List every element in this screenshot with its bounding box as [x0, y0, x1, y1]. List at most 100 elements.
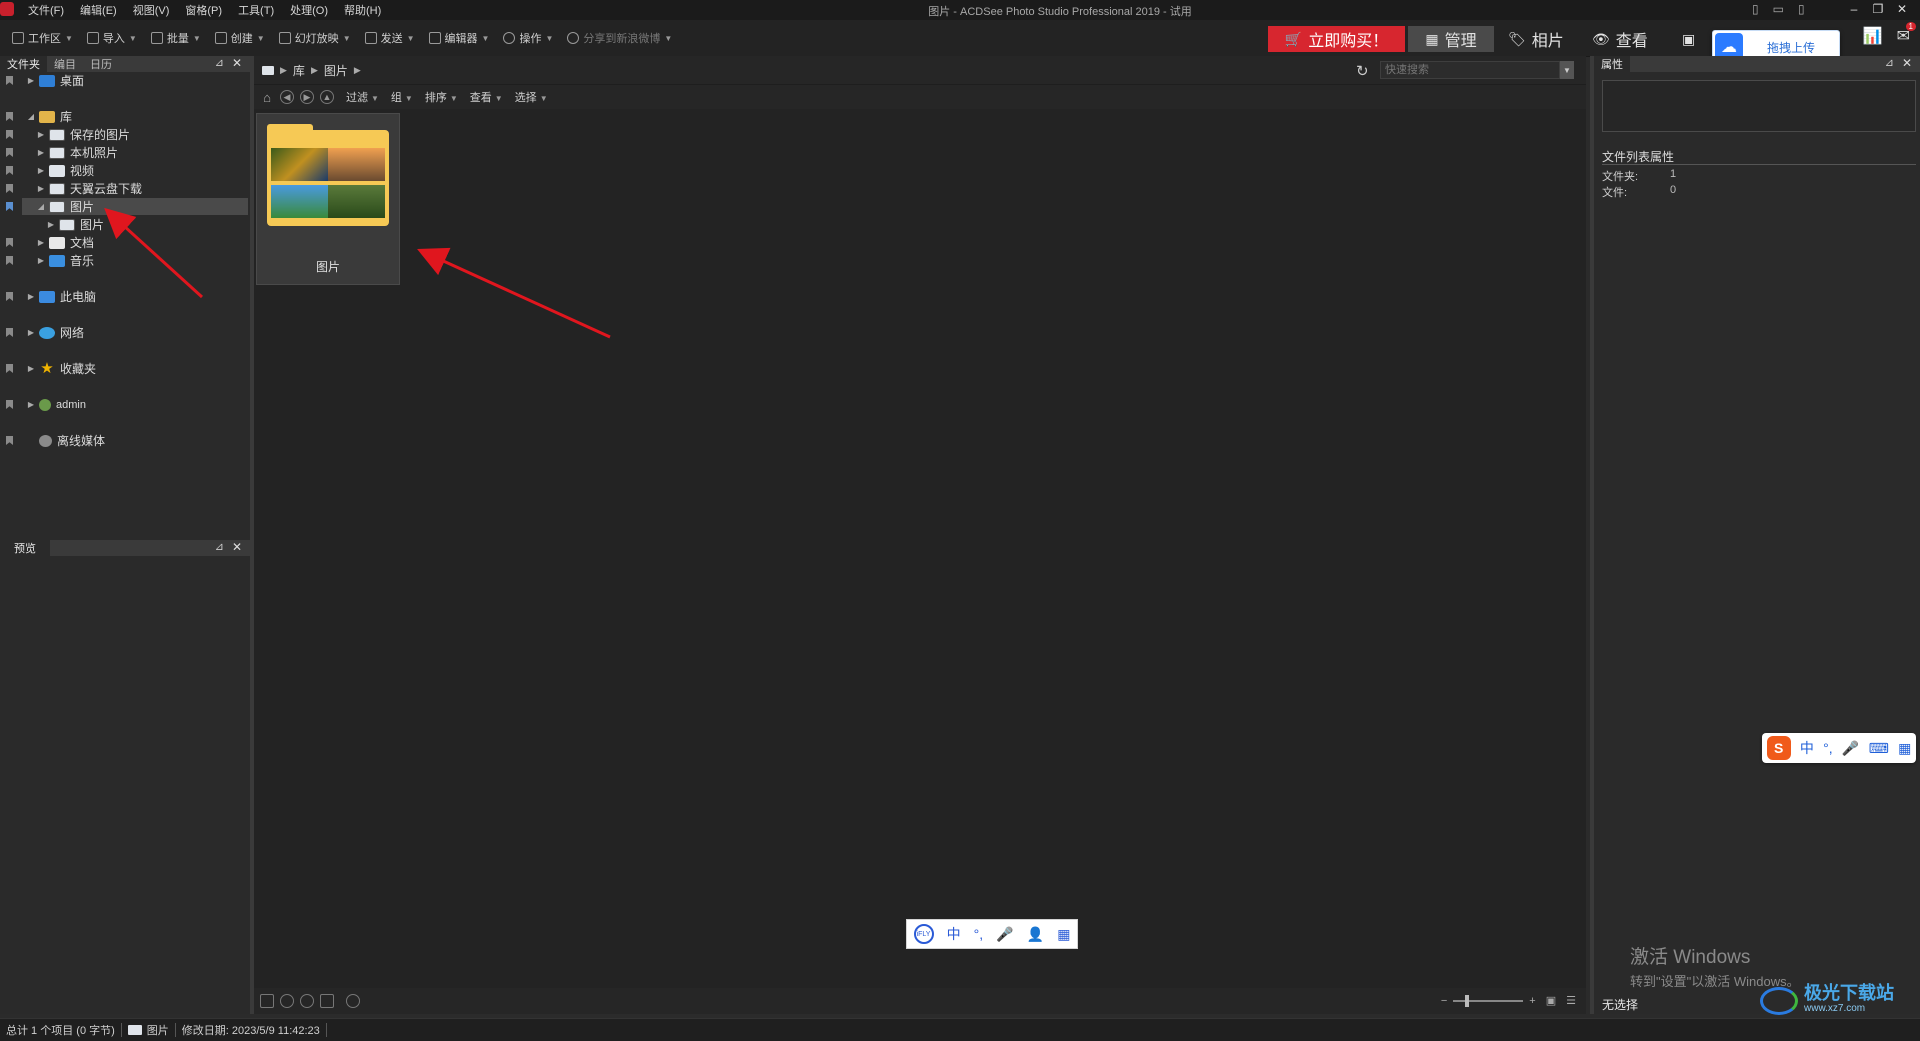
compare-icon[interactable] [346, 994, 360, 1008]
create-button[interactable]: 创建 ▼ [214, 30, 265, 46]
filter-button[interactable]: 过滤 ▼ [346, 89, 379, 105]
tree-item-pictures[interactable]: ◢ 图片 [6, 198, 248, 215]
zoom-slider[interactable] [1453, 994, 1524, 1007]
quick-search-input[interactable] [1380, 61, 1560, 79]
tree-item-this-pc[interactable]: ▶ 此电脑 [0, 288, 250, 305]
expand-icon[interactable]: ▶ [36, 148, 46, 157]
tree-item-music[interactable]: ▶ 音乐 [0, 252, 250, 269]
forward-icon[interactable]: ▶ [300, 90, 314, 104]
menu-help[interactable]: 帮助(H) [344, 2, 381, 18]
batch-icon[interactable] [260, 994, 274, 1008]
tree-item-admin[interactable]: ▶ admin [0, 396, 250, 413]
tree-item-favorites[interactable]: ▶ ★ 收藏夹 [0, 360, 250, 377]
apps-icon[interactable]: ▦ [1898, 740, 1911, 757]
breadcrumb-pictures[interactable]: 图片 [324, 62, 348, 79]
tree-item-documents[interactable]: ▶ 文档 [0, 234, 250, 251]
mode-view-button[interactable]: 👁 查看 [1592, 26, 1648, 52]
app-icon[interactable] [0, 2, 14, 16]
ime-punctuation-icon[interactable]: °, [974, 926, 984, 942]
slideshow-button[interactable]: 幻灯放映 ▼ [278, 30, 351, 46]
tree-item-pictures-sub[interactable]: ▶ 图片 [0, 216, 250, 233]
group-button[interactable]: 组 ▼ [391, 89, 413, 105]
refresh-icon[interactable]: ↻ [1356, 62, 1369, 80]
share-weibo-button[interactable]: 分享到新浪微博 ▼ [567, 30, 672, 46]
search-dropdown-icon[interactable]: ▼ [1560, 61, 1574, 79]
close-button[interactable]: ✕ [1890, 2, 1914, 16]
expand-icon[interactable]: ▶ [46, 220, 56, 229]
collapse-icon[interactable]: ◢ [26, 112, 36, 121]
user-icon[interactable]: 👤 [1027, 926, 1044, 943]
ime-chinese-icon[interactable]: 中 [947, 924, 961, 944]
ime-toolbar[interactable]: iFLY 中 °, 🎤 👤 ▦ [906, 919, 1078, 949]
zoom-in-icon[interactable]: + [1529, 995, 1535, 1007]
pin-icon[interactable]: ⊿ [215, 56, 224, 69]
close-icon[interactable]: ✕ [232, 56, 242, 70]
computer-icon[interactable] [262, 65, 274, 75]
tree-item-network[interactable]: ▶ 网络 [0, 324, 250, 341]
import-button[interactable]: 导入 ▼ [86, 30, 137, 46]
tab-folders[interactable]: 文件夹 [0, 56, 47, 72]
action-button[interactable]: 操作 ▼ [503, 30, 553, 46]
stack-icon[interactable] [320, 994, 334, 1008]
close-icon[interactable]: ✕ [1902, 56, 1912, 70]
up-icon[interactable]: ▲ [320, 90, 334, 104]
layout-bottom-icon[interactable]: ▭ [1773, 2, 1784, 16]
close-icon[interactable]: ✕ [232, 540, 242, 554]
batch-button[interactable]: 批量 ▼ [150, 30, 201, 46]
pin-icon[interactable]: ⊿ [1885, 56, 1894, 69]
collapse-icon[interactable]: ◢ [36, 202, 46, 211]
menu-pane[interactable]: 窗格(P) [185, 2, 222, 18]
mode-develop-button[interactable]: ▣ [1682, 26, 1701, 52]
mode-photos-button[interactable]: 🏷 相片 [1508, 26, 1564, 52]
folder-thumbnail[interactable]: 图片 [256, 113, 400, 285]
restore-button[interactable]: ❐ [1866, 2, 1890, 16]
tree-item-cloud-download[interactable]: ▶ 天翼云盘下载 [0, 180, 250, 197]
pin-icon[interactable]: ⊿ [215, 540, 224, 553]
menu-tools[interactable]: 工具(T) [238, 2, 274, 18]
select-button[interactable]: 选择 ▼ [515, 89, 548, 105]
expand-icon[interactable]: ▶ [36, 238, 46, 247]
tree-item-desktop[interactable]: ▶ 桌面 [0, 72, 250, 89]
ime-punctuation-icon[interactable]: °, [1823, 740, 1833, 756]
apps-icon[interactable]: ▦ [1057, 926, 1070, 943]
tree-item-saved-pictures[interactable]: ▶ 保存的图片 [0, 126, 250, 143]
breadcrumb-library[interactable]: 库 [293, 62, 305, 79]
back-icon[interactable]: ◀ [280, 90, 294, 104]
tree-item-offline-media[interactable]: 离线媒体 [0, 432, 250, 449]
image-view-icon[interactable]: ▣ [1546, 994, 1556, 1007]
rotate-right-icon[interactable] [300, 994, 314, 1008]
workspace-button[interactable]: 工作区 ▼ [12, 30, 73, 46]
home-icon[interactable]: ⌂ [260, 90, 274, 105]
layout-left-icon[interactable]: ▯ [1752, 2, 1759, 16]
zoom-out-icon[interactable]: − [1441, 995, 1447, 1007]
layout-right-icon[interactable]: ▯ [1798, 2, 1805, 16]
list-view-icon[interactable]: ☰ [1566, 994, 1576, 1007]
expand-icon[interactable]: ▶ [26, 400, 36, 409]
expand-icon[interactable]: ▶ [36, 184, 46, 193]
sort-button[interactable]: 排序 ▼ [425, 89, 458, 105]
expand-icon[interactable]: ▶ [36, 166, 46, 175]
view-button[interactable]: 查看 ▼ [470, 89, 503, 105]
tree-item-library[interactable]: ◢ 库 [0, 108, 250, 125]
tree-item-videos[interactable]: ▶ 视频 [0, 162, 250, 179]
expand-icon[interactable]: ▶ [36, 256, 46, 265]
expand-icon[interactable]: ▶ [26, 364, 36, 373]
menu-view[interactable]: 视图(V) [133, 2, 170, 18]
microphone-icon[interactable]: 🎤 [996, 926, 1013, 943]
send-button[interactable]: 发送 ▼ [364, 30, 415, 46]
keyboard-icon[interactable]: ⌨ [1869, 740, 1889, 757]
sogou-ime-toolbar[interactable]: S 中 °, 🎤 ⌨ ▦ [1762, 733, 1916, 763]
buy-now-button[interactable]: 🛒 立即购买！ [1268, 26, 1405, 52]
editor-button[interactable]: 编辑器 ▼ [428, 30, 489, 46]
tab-calendar[interactable]: 日历 [83, 56, 119, 72]
notification-icon[interactable]: ✉ 1 [1897, 22, 1916, 46]
expand-icon[interactable]: ▶ [26, 328, 36, 337]
tab-catalog[interactable]: 编目 [47, 56, 83, 72]
expand-icon[interactable]: ▶ [26, 292, 36, 301]
tab-properties[interactable]: 属性 [1594, 56, 1630, 72]
tree-item-camera-roll[interactable]: ▶ 本机照片 [0, 144, 250, 161]
minimize-button[interactable]: – [1842, 2, 1866, 16]
tab-preview[interactable]: 预览 [0, 540, 50, 556]
mode-manage-button[interactable]: ▦ 管理 [1408, 26, 1494, 52]
menu-edit[interactable]: 编辑(E) [80, 2, 117, 18]
